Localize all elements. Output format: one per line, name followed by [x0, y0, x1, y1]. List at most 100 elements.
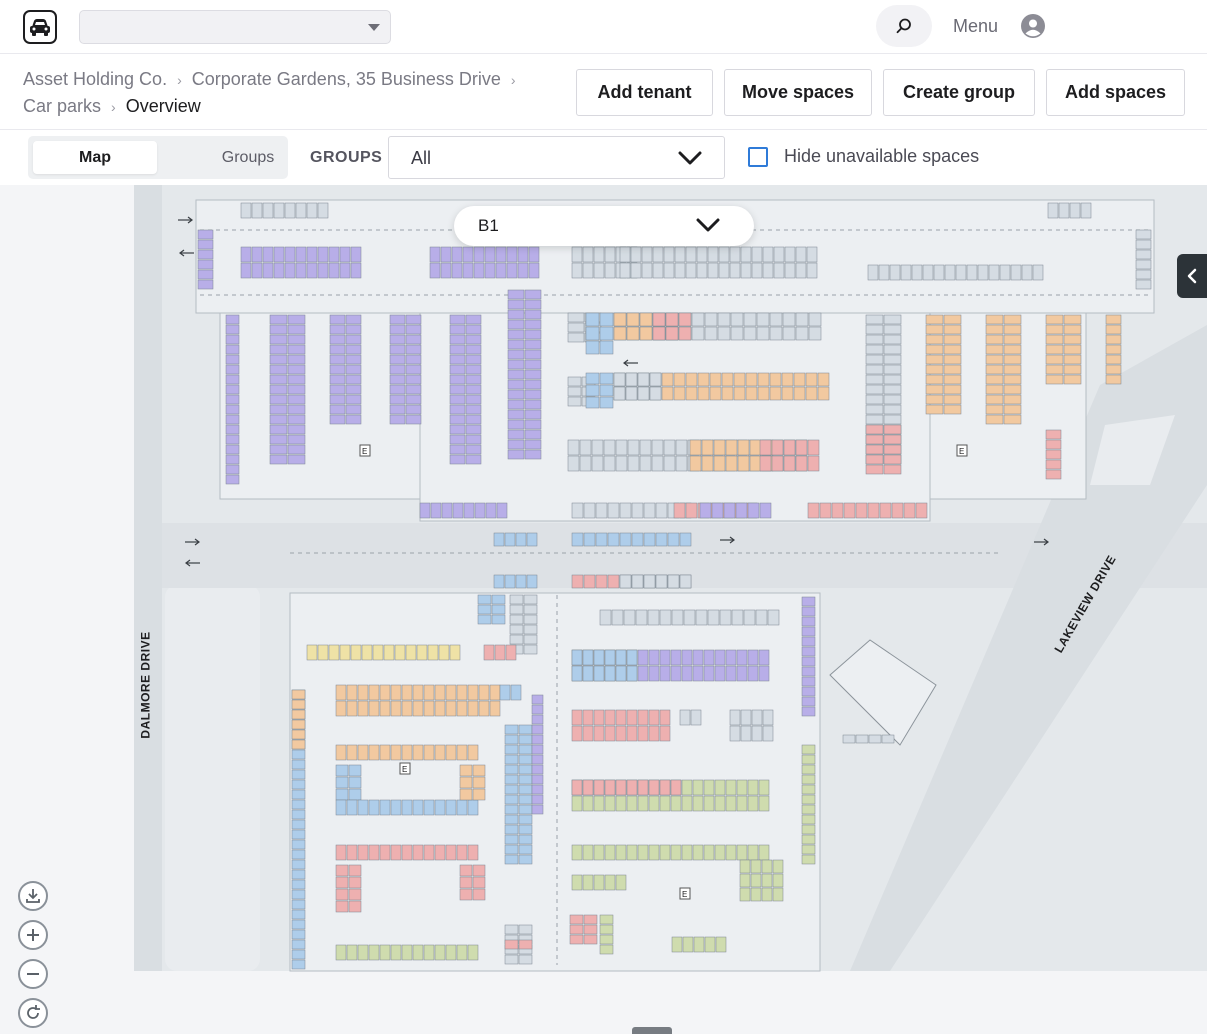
parking-space[interactable] [524, 369, 542, 380]
parking-space[interactable] [719, 609, 732, 626]
parking-space[interactable] [1045, 334, 1064, 345]
parking-space[interactable] [430, 502, 442, 519]
parking-space[interactable] [718, 246, 730, 263]
parking-space[interactable] [345, 314, 362, 325]
parking-space[interactable] [737, 439, 750, 456]
parking-space[interactable] [729, 262, 741, 279]
parking-space[interactable] [690, 709, 702, 726]
parking-space[interactable] [335, 744, 347, 761]
parking-space[interactable] [985, 404, 1004, 415]
parking-space[interactable] [465, 454, 482, 465]
parking-space[interactable] [335, 764, 349, 777]
parking-space[interactable] [465, 314, 482, 325]
parking-space[interactable] [339, 246, 351, 263]
parking-space[interactable] [518, 754, 533, 765]
parking-space[interactable] [1021, 264, 1033, 281]
parking-space[interactable] [627, 439, 640, 456]
parking-space[interactable] [755, 609, 768, 626]
parking-space[interactable] [643, 502, 656, 519]
parking-space[interactable] [659, 779, 671, 796]
parking-space[interactable] [389, 324, 406, 335]
parking-space[interactable] [1045, 469, 1062, 480]
parking-space[interactable] [1063, 344, 1082, 355]
parking-space[interactable] [1135, 249, 1152, 260]
parking-space[interactable] [389, 344, 406, 355]
parking-space[interactable] [524, 319, 542, 330]
parking-space[interactable] [709, 372, 722, 387]
parking-space[interactable] [361, 644, 373, 661]
parking-space[interactable] [659, 649, 671, 666]
parking-space[interactable] [730, 326, 744, 341]
parking-space[interactable] [518, 954, 533, 965]
parking-space[interactable] [604, 709, 616, 726]
parking-space[interactable] [925, 334, 944, 345]
parking-space[interactable] [405, 364, 422, 375]
parking-space[interactable] [583, 574, 596, 589]
parking-space[interactable] [345, 394, 362, 405]
search-button[interactable] [876, 5, 932, 47]
parking-space[interactable] [595, 502, 608, 519]
parking-space[interactable] [567, 439, 580, 456]
parking-space[interactable] [507, 439, 525, 450]
parking-space[interactable] [291, 879, 306, 890]
parking-space[interactable] [709, 386, 722, 401]
parking-space[interactable] [740, 262, 752, 279]
parking-space[interactable] [655, 502, 668, 519]
parking-space[interactable] [335, 700, 347, 717]
parking-space[interactable] [462, 262, 474, 279]
parking-space[interactable] [583, 934, 598, 945]
parking-space[interactable] [583, 532, 596, 547]
parking-space[interactable] [865, 434, 884, 445]
parking-space[interactable] [769, 386, 782, 401]
parking-space[interactable] [291, 719, 306, 730]
parking-space[interactable] [1105, 374, 1122, 385]
parking-space[interactable] [515, 532, 527, 547]
parking-space[interactable] [717, 326, 731, 341]
parking-space[interactable] [531, 804, 544, 815]
parking-space[interactable] [329, 324, 346, 335]
parking-space[interactable] [713, 455, 726, 472]
parking-space[interactable] [251, 246, 263, 263]
parking-space[interactable] [771, 439, 784, 456]
parking-space[interactable] [571, 502, 584, 519]
parking-space[interactable] [1135, 269, 1152, 280]
parking-space[interactable] [389, 334, 406, 345]
parking-space[interactable] [599, 914, 614, 925]
parking-space[interactable] [518, 744, 533, 755]
parking-space[interactable] [771, 455, 784, 472]
create-group-button[interactable]: Create group [883, 69, 1035, 116]
parking-space[interactable] [648, 665, 660, 682]
parking-space[interactable] [1069, 202, 1081, 219]
parking-space[interactable] [491, 594, 506, 605]
parking-space[interactable] [379, 700, 391, 717]
parking-space[interactable] [1105, 344, 1122, 355]
parking-space[interactable] [477, 594, 492, 605]
parking-space[interactable] [357, 799, 369, 816]
parking-space[interactable] [287, 354, 306, 365]
parking-space[interactable] [801, 606, 816, 617]
parking-space[interactable] [348, 764, 362, 777]
parking-space[interactable] [805, 386, 818, 401]
parking-space[interactable] [801, 656, 816, 667]
parking-space[interactable] [335, 876, 349, 889]
parking-space[interactable] [675, 455, 688, 472]
parking-space[interactable] [1003, 324, 1022, 335]
parking-space[interactable] [287, 424, 306, 435]
parking-space[interactable] [518, 734, 533, 745]
parking-space[interactable] [865, 464, 884, 475]
parking-space[interactable] [456, 844, 468, 861]
parking-space[interactable] [335, 844, 347, 861]
parking-space[interactable] [518, 784, 533, 795]
parking-space[interactable] [1047, 202, 1059, 219]
parking-space[interactable] [783, 439, 796, 456]
parking-space[interactable] [613, 386, 626, 401]
parking-space[interactable] [725, 795, 737, 812]
parking-space[interactable] [883, 314, 902, 325]
parking-space[interactable] [747, 795, 759, 812]
parking-space[interactable] [405, 404, 422, 415]
parking-space[interactable] [346, 944, 358, 961]
parking-space[interactable] [736, 795, 748, 812]
parking-space[interactable] [225, 314, 240, 325]
parking-space[interactable] [571, 574, 584, 589]
parking-space[interactable] [463, 502, 475, 519]
